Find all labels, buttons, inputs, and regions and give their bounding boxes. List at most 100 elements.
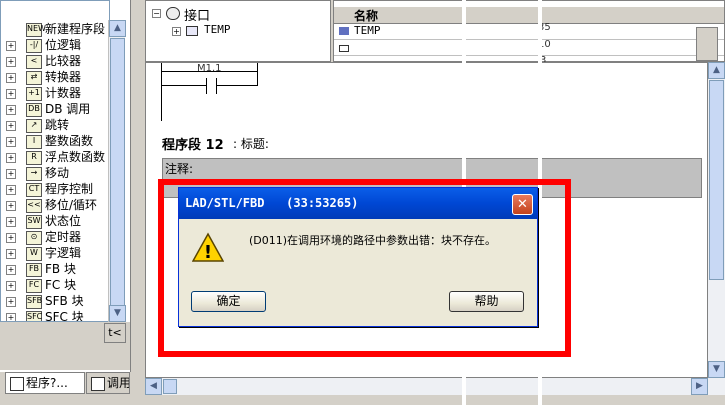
network-title-label[interactable]: : 标题: — [233, 135, 269, 152]
sfb-block-icon: SFB — [26, 295, 42, 309]
scroll-up-button[interactable]: ▲ — [109, 20, 126, 37]
table-cell-name[interactable]: TEMP — [354, 24, 381, 37]
status-bits-icon: SW — [26, 215, 42, 229]
scroll-left-button[interactable]: ◀ — [145, 378, 162, 395]
tree-item-label: 新建程序段 — [45, 22, 106, 36]
fc-block-icon: FC — [26, 279, 42, 293]
shift-rotate-icon: << — [26, 199, 42, 213]
interface-root-label[interactable]: 接口 — [184, 5, 210, 24]
tree-item-label: 跳转 — [45, 118, 70, 132]
db-call-icon: DB — [26, 103, 42, 117]
expand-icon[interactable]: + — [6, 153, 16, 163]
temp-folder-icon — [186, 26, 198, 36]
new-row-icon — [339, 45, 349, 52]
interface-child-label[interactable]: TEMP — [204, 23, 231, 36]
counter-icon: +1 — [26, 87, 42, 101]
expand-icon[interactable]: + — [6, 89, 16, 99]
scroll-up-button[interactable]: ▲ — [708, 62, 725, 79]
interface-tree: − 接口 + TEMP — [145, 0, 331, 62]
float-function-icon: R — [26, 151, 42, 165]
fb-block-icon: FB — [26, 263, 42, 277]
comment-label: 注释: — [165, 162, 194, 176]
expand-icon[interactable]: + — [6, 265, 16, 275]
tree-item-label: 转换器 — [45, 70, 82, 84]
call-structure-icon — [91, 376, 105, 391]
catalog-vertical-scrollbar[interactable]: ▲ ▼ — [108, 20, 126, 322]
expand-icon[interactable]: + — [6, 217, 16, 227]
scroll-thumb[interactable] — [163, 379, 177, 394]
expand-icon[interactable]: + — [6, 73, 16, 83]
table-scrollbar[interactable] — [696, 27, 718, 61]
tab-call-structure[interactable]: 调用 — [86, 372, 130, 394]
expand-icon[interactable]: + — [6, 233, 16, 243]
ladder-wire — [216, 85, 258, 86]
contact-right-plate — [216, 78, 217, 94]
comparator-icon: < — [26, 55, 42, 69]
instruction-tree: NEW 新建程序段 + -|/位逻辑 + < 比较器 + ⇄ 转换器 + +1 计数器 + DB DB 调用 +… — [0, 0, 110, 322]
scroll-thumb[interactable] — [709, 80, 724, 280]
tree-item-label: 字逻辑 — [45, 246, 82, 260]
tab-program-elements[interactable]: 程序?... — [5, 372, 85, 394]
scroll-right-button[interactable]: ▶ — [691, 378, 708, 395]
tree-item-label: 定时器 — [45, 230, 82, 244]
jump-icon: ↗ — [26, 119, 42, 133]
integer-function-icon: I — [26, 135, 42, 149]
tree-item-label: 程序控制 — [45, 182, 94, 196]
expand-icon[interactable]: + — [6, 313, 16, 321]
close-button[interactable]: ✕ — [512, 194, 533, 215]
tree-item-label: 位逻辑 — [45, 38, 82, 52]
ladder-wire — [257, 63, 258, 86]
expand-icon[interactable]: + — [6, 121, 16, 131]
tab-label: 调用 — [107, 376, 130, 390]
expand-icon[interactable]: + — [6, 169, 16, 179]
expand-icon[interactable]: + — [172, 27, 181, 36]
bit-logic-icon: -|/ — [26, 39, 42, 53]
contact-left-plate — [206, 78, 207, 94]
tree-item-label: FC 块 — [45, 278, 77, 292]
dialog-titlebar[interactable]: LAD/STL/FBD (33:53265) ✕ — [179, 188, 537, 219]
table-header: 名称 — [334, 7, 724, 24]
scroll-thumb[interactable] — [110, 38, 125, 308]
ok-button[interactable]: 确定 — [191, 291, 266, 312]
svg-text:!: ! — [204, 242, 212, 263]
ladder-wire — [161, 71, 258, 72]
new-network-icon: NEW — [26, 23, 46, 37]
tree-item-label: FB 块 — [45, 262, 76, 276]
dialog-title: LAD/STL/FBD (33:53265) — [185, 196, 359, 210]
expand-icon[interactable]: + — [6, 57, 16, 67]
tree-item-label: SFB 块 — [45, 294, 84, 308]
column-header-name: 名称 — [354, 9, 379, 23]
scroll-down-button[interactable]: ▼ — [109, 305, 126, 322]
expand-icon[interactable]: + — [6, 185, 16, 195]
move-icon: → — [26, 167, 42, 181]
tree-item-label: 移位/循环 — [45, 198, 98, 212]
interface-table: 名称 TEMP 35 10 3 — [333, 0, 725, 66]
sfc-block-icon: SFC — [26, 311, 42, 321]
expand-icon[interactable]: + — [6, 137, 16, 147]
collapse-icon[interactable]: − — [152, 9, 161, 18]
catalog-tabs: 程序?... 调用 — [0, 372, 131, 405]
scroll-down-button[interactable]: ▼ — [708, 361, 725, 378]
error-dialog: LAD/STL/FBD (33:53265) ✕ ! (D011)在调用环境的路… — [178, 187, 538, 327]
help-button[interactable]: 帮助 — [449, 291, 524, 312]
timer-icon: ⊙ — [26, 231, 42, 245]
expand-icon[interactable]: + — [6, 41, 16, 51]
toggle-view-button[interactable]: t< — [104, 323, 126, 343]
tree-item-label: 整数函数 — [45, 134, 94, 148]
tree-item-label: SFC 块 — [45, 310, 84, 322]
expand-icon[interactable]: + — [6, 297, 16, 307]
variable-icon — [339, 27, 349, 35]
expand-icon[interactable]: + — [6, 201, 16, 211]
interface-icon — [166, 7, 180, 20]
program-control-icon: CT — [26, 183, 42, 197]
warning-icon: ! — [192, 232, 224, 263]
expand-icon[interactable]: + — [6, 281, 16, 291]
editor-vertical-scrollbar[interactable]: ▲ ▼ — [708, 62, 725, 378]
expand-icon[interactable]: + — [6, 105, 16, 115]
network-label[interactable]: 程序段 12 — [162, 134, 224, 153]
expand-icon[interactable]: + — [6, 249, 16, 259]
editor-horizontal-scrollbar[interactable]: ◀ ▶ — [145, 378, 725, 395]
ladder-wire — [161, 85, 206, 86]
instruction-catalog-panel: NEW 新建程序段 + -|/位逻辑 + < 比较器 + ⇄ 转换器 + +1 计数器 + DB DB 调用 +… — [0, 0, 131, 372]
tree-item-label: 移动 — [45, 166, 70, 180]
